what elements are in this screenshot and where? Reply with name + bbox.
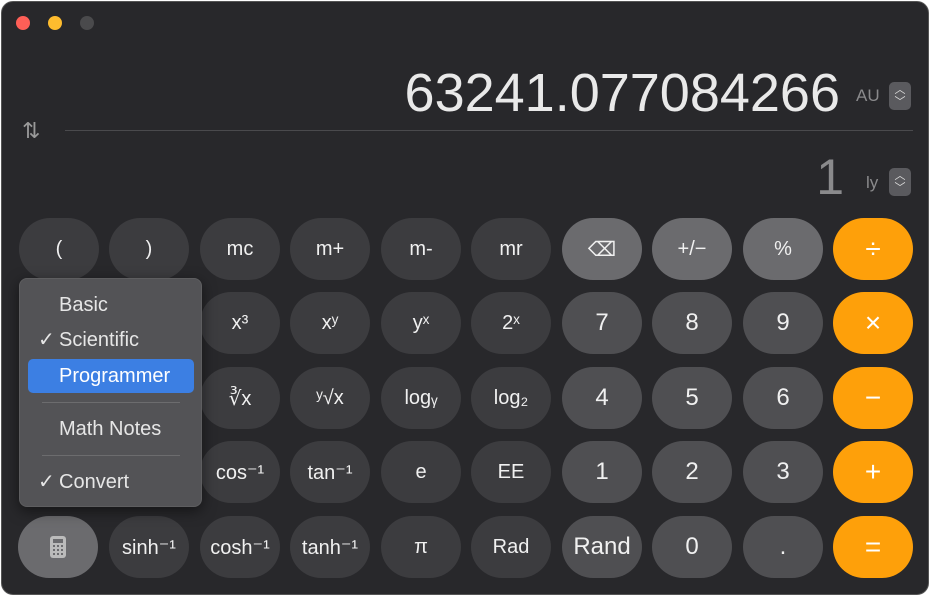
key-m--button[interactable]: m-	[381, 218, 461, 280]
key-1-button[interactable]: 1	[562, 441, 642, 503]
percent-button[interactable]: %	[743, 218, 823, 280]
key-)-button[interactable]: )	[109, 218, 189, 280]
key-9-button[interactable]: 9	[743, 292, 823, 354]
key-mc-button[interactable]: mc	[200, 218, 280, 280]
key-x³-button[interactable]: x³	[200, 292, 280, 354]
key-4-button[interactable]: 4	[562, 367, 642, 429]
menu-item-label: Scientific	[59, 329, 140, 351]
key-∛x-button[interactable]: ∛x	[200, 367, 280, 429]
add-button[interactable]: +	[833, 441, 913, 503]
checkmark-icon: ✓	[38, 329, 55, 351]
primary-unit-stepper[interactable]: ︿ ﹀	[889, 82, 911, 110]
key-yˣ-button[interactable]: yˣ	[381, 292, 461, 354]
key-log₂-button[interactable]: log₂	[471, 367, 551, 429]
menu-item-scientific[interactable]: ✓ Scientific	[28, 323, 194, 357]
key-0-button[interactable]: 0	[652, 516, 732, 578]
key-sinh⁻¹-button[interactable]: sinh⁻¹	[109, 516, 189, 578]
menu-item-label: Math Notes	[59, 418, 162, 440]
menu-separator	[42, 455, 180, 456]
menu-item-label: Basic	[59, 294, 108, 316]
key-m+-button[interactable]: m+	[290, 218, 370, 280]
key-7-button[interactable]: 7	[562, 292, 642, 354]
secondary-display: 1	[816, 149, 844, 205]
multiply-button[interactable]: ×	[833, 292, 913, 354]
mode-menu: Basic ✓ Scientific Programmer Math Notes ✓ Con…	[19, 278, 202, 507]
zoom-button[interactable]	[80, 16, 94, 30]
key-EE-button[interactable]: EE	[471, 441, 551, 503]
key-2ˣ-button[interactable]: 2ˣ	[471, 292, 551, 354]
chevron-up-down-icon: ︿ ﹀	[894, 84, 906, 108]
checkmark-icon: ✓	[38, 471, 55, 493]
secondary-unit-label: ly	[866, 173, 879, 192]
key-.-button[interactable]: .	[743, 516, 823, 578]
display-divider	[65, 130, 913, 131]
menu-item-basic[interactable]: Basic	[28, 288, 194, 322]
delete-button[interactable]: ⌫	[562, 218, 642, 280]
divide-button[interactable]: ÷	[833, 218, 913, 280]
key-π-button[interactable]: π	[381, 516, 461, 578]
key-8-button[interactable]: 8	[652, 292, 732, 354]
equals-button[interactable]: =	[833, 516, 913, 578]
secondary-unit-stepper[interactable]: ︿ ﹀	[889, 168, 911, 196]
key-ʸ√x-button[interactable]: ʸ√x	[290, 367, 370, 429]
minimize-button[interactable]	[48, 16, 62, 30]
key-mr-button[interactable]: mr	[471, 218, 551, 280]
key-5-button[interactable]: 5	[652, 367, 732, 429]
close-button[interactable]	[16, 16, 30, 30]
key-e-button[interactable]: e	[381, 441, 461, 503]
primary-display: 63241.077084266	[404, 63, 840, 123]
key-tan⁻¹-button[interactable]: tan⁻¹	[290, 441, 370, 503]
calculator-window: 63241.077084266 AU ︿ ﹀ ⇅ 1 ly ︿ ﹀ () mc m+ m-…	[1, 1, 929, 595]
subtract-button[interactable]: −	[833, 367, 913, 429]
menu-item-math-notes[interactable]: Math Notes	[28, 412, 194, 446]
menu-item-programmer[interactable]: Programmer	[28, 359, 194, 393]
key-2-button[interactable]: 2	[652, 441, 732, 503]
key-(-button[interactable]: (	[19, 218, 99, 280]
mode-menu-button[interactable]	[18, 516, 98, 578]
key-6-button[interactable]: 6	[743, 367, 823, 429]
menu-item-label: Convert	[59, 471, 130, 493]
key-tanh⁻¹-button[interactable]: tanh⁻¹	[290, 516, 370, 578]
key-cos⁻¹-button[interactable]: cos⁻¹	[200, 441, 280, 503]
sign-button[interactable]: +/−	[652, 218, 732, 280]
chevron-up-down-icon: ︿ ﹀	[894, 170, 906, 194]
menu-item-label: Programmer	[59, 365, 171, 387]
swap-units-icon[interactable]: ⇅	[22, 118, 40, 144]
menu-item-convert[interactable]: ✓ Convert	[28, 465, 194, 499]
key-Rand-button[interactable]: Rand	[562, 516, 642, 578]
menu-separator	[42, 402, 180, 403]
key-3-button[interactable]: 3	[743, 441, 823, 503]
key-cosh⁻¹-button[interactable]: cosh⁻¹	[200, 516, 280, 578]
primary-unit-label: AU	[856, 86, 880, 105]
calculator-icon	[50, 536, 66, 558]
key-Rad-button[interactable]: Rad	[471, 516, 551, 578]
key-logᵧ-button[interactable]: logᵧ	[381, 367, 461, 429]
key-xʸ-button[interactable]: xʸ	[290, 292, 370, 354]
